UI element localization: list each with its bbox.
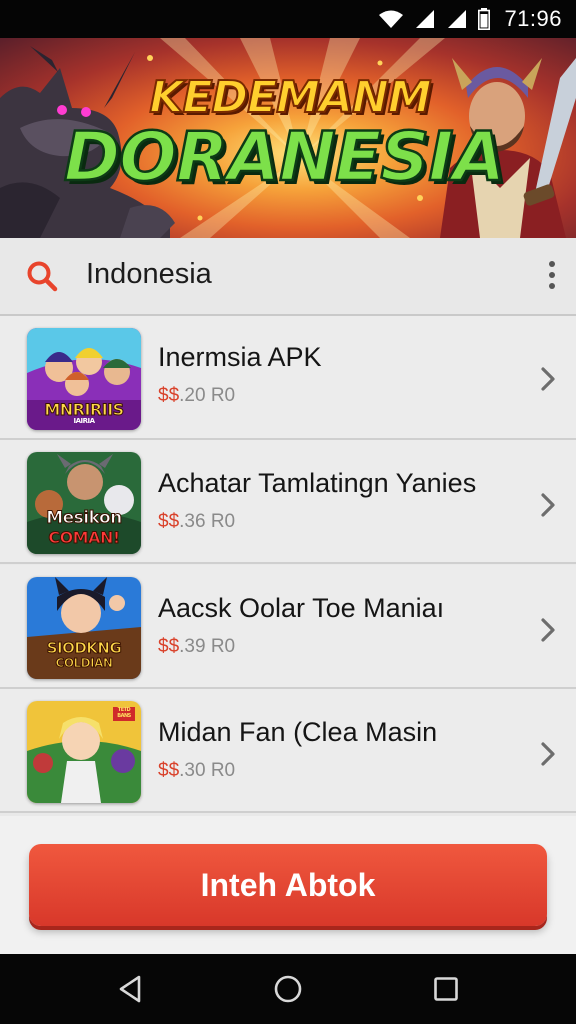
home-icon[interactable] <box>273 974 303 1004</box>
thumbnail-subcaption: IAIRIA <box>73 417 95 425</box>
navigation-bar <box>0 954 576 1024</box>
thumbnail-caption: SIODKNG <box>46 639 122 658</box>
search-bar[interactable]: Indonesia <box>0 238 576 316</box>
chevron-right-icon <box>541 493 555 517</box>
chevron-right-icon <box>541 742 555 766</box>
app-price: $$.20 R0 <box>158 385 235 407</box>
app-price: $$.30 R0 <box>158 760 235 782</box>
wifi-icon <box>379 10 404 28</box>
price-currency: $$ <box>158 636 180 657</box>
price-value: .20 R0 <box>179 385 236 406</box>
thumbnail-caption: Mesikon <box>46 508 123 529</box>
back-icon[interactable] <box>117 974 143 1004</box>
thumbnail-subcaption: BANS <box>117 713 131 719</box>
app-thumbnail: SIODKNG COLDIAN <box>27 577 141 679</box>
price-value: .36 R0 <box>179 511 236 532</box>
app-price: $$.39 R0 <box>158 636 235 658</box>
app-title: Inermsia APK <box>158 342 322 372</box>
chevron-right-icon <box>541 618 555 642</box>
app-thumbnail: Mesikon COMAN! <box>27 452 141 554</box>
signal-icon-2 <box>448 10 467 28</box>
app-title: Midan Fan (Clea Masin <box>158 717 438 747</box>
app-title: Achatar Tamlatingn Yanies <box>158 468 477 498</box>
primary-action-button[interactable]: Inteh Abtok <box>29 844 547 926</box>
price-currency: $$ <box>158 385 180 406</box>
search-icon[interactable] <box>26 260 58 292</box>
price-value: .30 R0 <box>179 760 236 781</box>
promo-banner[interactable]: KEDEMANM DORANESIA <box>0 38 576 238</box>
price-value: .39 R0 <box>179 636 236 657</box>
thumbnail-subcaption: COMAN! <box>48 528 121 548</box>
battery-icon <box>478 8 491 30</box>
more-options-icon[interactable] <box>548 260 556 290</box>
signal-icon <box>416 10 435 28</box>
status-bar: 71:96 <box>0 0 576 38</box>
thumbnail-subcaption: COLDIAN <box>55 656 113 671</box>
status-time: 71:96 <box>504 6 562 31</box>
price-currency: $$ <box>158 511 180 532</box>
list-item[interactable]: TETD BANS Midan Fan (Clea Masin $$.30 R0 <box>0 689 576 813</box>
recents-icon[interactable] <box>433 974 459 1004</box>
app-thumbnail: MNRIRIIS IAIRIA <box>27 328 141 430</box>
app-title: Aacsk Oolar Toe Maniaı <box>158 593 445 623</box>
list-item[interactable]: SIODKNG COLDIAN Aacsk Oolar Toe Maniaı $… <box>0 565 576 689</box>
app-thumbnail: TETD BANS <box>27 701 141 803</box>
chevron-right-icon <box>541 367 555 391</box>
search-input[interactable]: Indonesia <box>86 258 212 291</box>
price-currency: $$ <box>158 760 180 781</box>
bottom-action-area: Inteh Abtok <box>0 816 576 954</box>
list-item[interactable]: Mesikon COMAN! Achatar Tamlatingn Yanies… <box>0 440 576 564</box>
list-item[interactable]: MNRIRIIS IAIRIA Inermsia APK $$.20 R0 <box>0 316 576 440</box>
banner-title-line1: KEDEMANM <box>148 71 432 124</box>
app-price: $$.36 R0 <box>158 511 235 533</box>
banner-title-line2: DORANESIA <box>62 117 506 199</box>
